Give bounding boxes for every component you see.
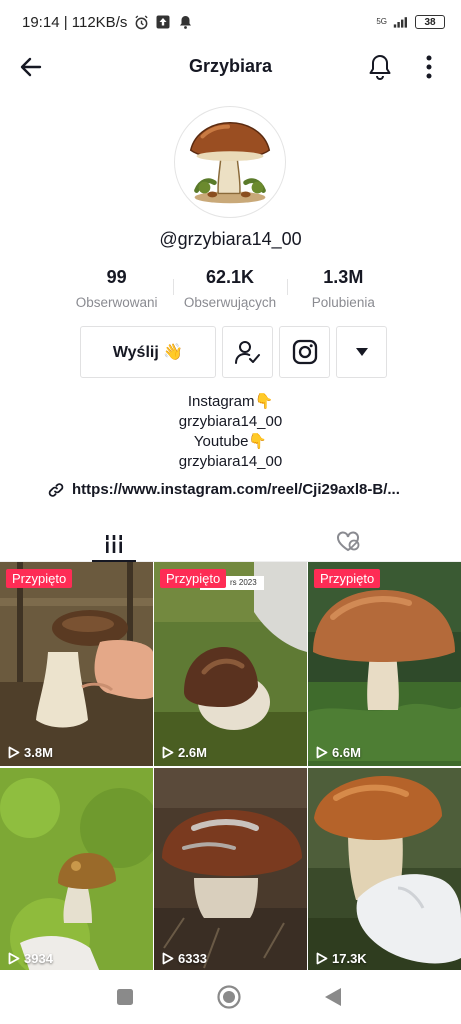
bell-icon	[369, 55, 391, 80]
profile-bio: Instagram👇 grzybiara14_00 Youtube👇 grzyb…	[0, 392, 461, 472]
view-count-value: 6333	[178, 951, 207, 966]
view-count-value: 2.6M	[178, 745, 207, 760]
video-thumbnail-image	[308, 562, 461, 766]
stat-following[interactable]: 99 Obserwowani	[60, 265, 173, 310]
stat-followers-value: 62.1K	[205, 267, 255, 287]
stat-followers[interactable]: 62.1K Obserwujących	[173, 265, 286, 310]
system-nav-bar	[0, 970, 461, 1024]
view-count: 6333	[162, 951, 207, 966]
tab-videos[interactable]	[90, 526, 138, 562]
video-thumbnail-image	[0, 768, 153, 972]
bio-line: grzybiara14_00	[178, 413, 283, 430]
profile-actions: Wyślij 👋	[80, 326, 387, 378]
bio-line: Youtube👇	[193, 433, 268, 450]
video-thumbnail[interactable]: 3934	[0, 768, 153, 972]
square-icon	[117, 989, 133, 1005]
videos-grid-icon	[104, 535, 124, 553]
pinned-badge: Przypięto	[160, 569, 227, 588]
profile-header: Grzybiara	[0, 44, 461, 90]
home-button[interactable]	[216, 984, 242, 1010]
stat-following-label: Obserwowani	[75, 295, 158, 310]
battery-indicator: 38	[415, 15, 445, 29]
instagram-icon	[292, 339, 317, 365]
more-vertical-icon	[426, 55, 432, 79]
stat-followers-label: Obserwujących	[183, 295, 277, 310]
profile-link[interactable]: https://www.instagram.com/reel/Cji29axl8…	[48, 481, 400, 498]
message-button[interactable]: Wyślij 👋	[80, 326, 216, 378]
profile-tabs	[0, 518, 461, 562]
avatar[interactable]	[174, 106, 286, 218]
video-thumbnail-image	[154, 562, 307, 766]
play-icon	[8, 746, 20, 759]
video-thumbnail[interactable]: 6333	[154, 768, 307, 972]
view-count-value: 3.8M	[24, 745, 53, 760]
stat-likes[interactable]: 1.3M Polubienia	[286, 265, 400, 310]
user-check-icon	[234, 341, 260, 364]
suggestions-dropdown-button[interactable]	[336, 326, 387, 378]
status-time: 19:14 | 112KB/s	[22, 13, 128, 31]
profile-username: @grzybiara14_00	[159, 229, 302, 249]
view-count: 6.6M	[316, 745, 361, 760]
view-count: 17.3K	[316, 951, 367, 966]
network-type: 5G	[376, 17, 387, 26]
mushroom-avatar-image	[189, 121, 271, 204]
recent-apps-button[interactable]	[112, 984, 138, 1010]
notification-bell-icon	[177, 14, 193, 30]
profile-stats: 99 Obserwowani 62.1K Obserwujących 1.3M …	[60, 265, 400, 310]
pinned-badge: Przypięto	[6, 569, 73, 588]
signal-icon	[393, 14, 409, 30]
video-overlay-text: rs 2023	[230, 578, 257, 587]
video-thumbnail-image	[308, 768, 461, 972]
circle-home-icon	[217, 985, 241, 1009]
status-bar: 19:14 | 112KB/s 5G 38	[0, 0, 461, 44]
upload-icon	[155, 14, 171, 30]
play-icon	[316, 952, 328, 965]
profile-link-text: https://www.instagram.com/reel/Cji29axl8…	[72, 481, 400, 498]
video-thumbnail[interactable]: 17.3K	[308, 768, 461, 972]
system-back-button[interactable]	[320, 984, 346, 1010]
pinned-badge: Przypięto	[314, 569, 381, 588]
video-thumbnail[interactable]: Przypięto rs 2023 2.6M	[154, 562, 307, 766]
bio-line: grzybiara14_00	[178, 453, 283, 470]
stat-following-value: 99	[106, 267, 127, 287]
view-count-value: 17.3K	[332, 951, 367, 966]
view-count: 2.6M	[162, 745, 207, 760]
play-icon	[316, 746, 328, 759]
notifications-button[interactable]	[365, 52, 395, 82]
triangle-back-icon	[325, 988, 341, 1006]
video-thumbnail[interactable]: Przypięto 3.8M	[0, 562, 153, 766]
video-thumbnail-image	[0, 562, 153, 766]
bio-line: Instagram👇	[187, 393, 274, 410]
video-thumbnail[interactable]: Przypięto 6.6M	[308, 562, 461, 766]
view-count: 3.8M	[8, 745, 53, 760]
alarm-icon	[133, 14, 149, 30]
following-status-button[interactable]	[222, 326, 273, 378]
view-count: 3934	[8, 951, 53, 966]
hidden-likes-icon	[337, 531, 360, 552]
view-count-value: 6.6M	[332, 745, 361, 760]
play-icon	[8, 952, 20, 965]
stat-likes-value: 1.3M	[323, 267, 364, 287]
more-options-button[interactable]	[414, 52, 444, 82]
view-count-value: 3934	[24, 951, 53, 966]
video-grid: Przypięto 3.8M Przypięto rs 2023 2.6M Pr…	[0, 562, 461, 972]
link-icon	[48, 482, 64, 497]
instagram-button[interactable]	[279, 326, 330, 378]
play-icon	[162, 746, 174, 759]
play-icon	[162, 952, 174, 965]
stat-likes-label: Polubienia	[311, 295, 375, 310]
caret-down-icon	[355, 348, 368, 356]
video-thumbnail-image	[154, 768, 307, 972]
tab-liked[interactable]	[330, 526, 366, 556]
